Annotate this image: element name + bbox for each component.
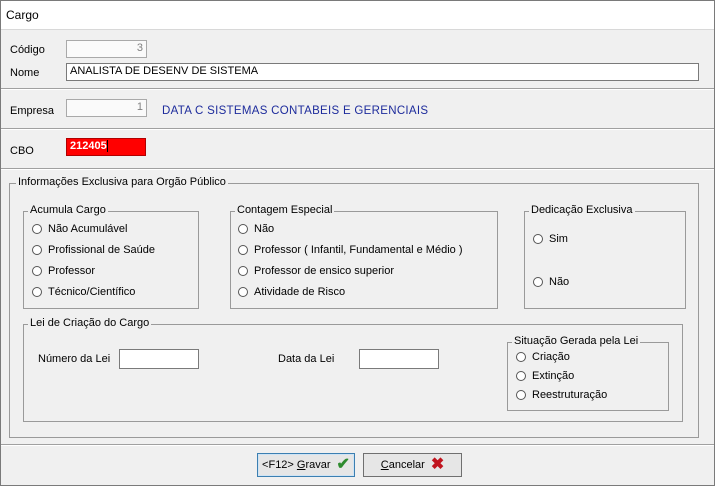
cancelar-label: Cancelar xyxy=(380,459,425,471)
cargo-dialog: Cargo Código 3 Nome ANALISTA DE DESENV D… xyxy=(0,0,715,486)
radio-reestruturacao[interactable]: Reestruturação xyxy=(516,389,607,401)
dedicacao-exclusiva-title: Dedicação Exclusiva xyxy=(529,204,635,216)
radio-nao-acumulavel[interactable]: Não Acumulável xyxy=(32,223,128,235)
separator xyxy=(1,444,714,446)
radio-circle xyxy=(32,224,42,235)
nome-field[interactable]: ANALISTA DE DESENV DE SISTEMA xyxy=(66,63,699,81)
gravar-button[interactable]: <F12> Gravar ✔ xyxy=(257,453,355,477)
radio-profissional-saude[interactable]: Profissional de Saúde xyxy=(32,244,155,256)
radio-circle xyxy=(238,245,248,256)
numero-lei-label: Número da Lei xyxy=(38,353,111,365)
radio-circle xyxy=(32,287,42,298)
radio-dedicacao-nao[interactable]: Não xyxy=(533,276,569,288)
text-caret xyxy=(106,140,108,153)
separator xyxy=(1,168,714,170)
radio-circle xyxy=(238,287,248,298)
separator xyxy=(1,128,714,130)
acumula-cargo-title: Acumula Cargo xyxy=(28,204,108,216)
radio-circle xyxy=(238,266,248,277)
separator xyxy=(1,88,714,90)
codigo-label: Código xyxy=(10,44,45,56)
cbo-field[interactable]: 212405 xyxy=(66,138,146,156)
radio-professor[interactable]: Professor xyxy=(32,265,95,277)
radio-criacao[interactable]: Criação xyxy=(516,351,570,363)
dedicacao-exclusiva-group: Dedicação Exclusiva xyxy=(524,204,686,309)
cbo-value: 212405 xyxy=(70,140,107,152)
cbo-label: CBO xyxy=(10,145,34,157)
x-icon: ✖ xyxy=(430,456,445,473)
orgao-publico-group-title: Informações Exclusiva para Orgão Público xyxy=(16,176,228,188)
radio-extincao[interactable]: Extinção xyxy=(516,370,574,382)
empresa-field[interactable]: 1 xyxy=(66,99,147,117)
checkmark-icon: ✔ xyxy=(336,456,350,473)
numero-lei-field[interactable] xyxy=(119,349,199,369)
radio-circle xyxy=(238,224,248,235)
radio-circle xyxy=(32,245,42,256)
radio-circle xyxy=(533,234,543,245)
gravar-label: <F12> Gravar xyxy=(262,459,331,471)
empresa-name: DATA C SISTEMAS CONTABEIS E GERENCIAIS xyxy=(162,105,429,117)
radio-circle xyxy=(516,371,526,382)
radio-tecnico-cientifico[interactable]: Técnico/Científico xyxy=(32,286,135,298)
radio-dedicacao-sim[interactable]: Sim xyxy=(533,233,568,245)
lei-criacao-title: Lei de Criação do Cargo xyxy=(28,317,152,329)
radio-circle xyxy=(32,266,42,277)
radio-circle xyxy=(533,277,543,288)
radio-professor-superior[interactable]: Professor de ensico superior xyxy=(238,265,394,277)
title-bar: Cargo xyxy=(1,1,714,30)
codigo-field[interactable]: 3 xyxy=(66,40,147,58)
data-lei-label: Data da Lei xyxy=(278,353,335,365)
radio-contagem-nao[interactable]: Não xyxy=(238,223,274,235)
radio-atividade-risco[interactable]: Atividade de Risco xyxy=(238,286,345,298)
situacao-lei-title: Situação Gerada pela Lei xyxy=(512,335,641,347)
contagem-especial-title: Contagem Especial xyxy=(235,204,335,216)
radio-circle xyxy=(516,390,526,401)
radio-circle xyxy=(516,352,526,363)
data-lei-field[interactable] xyxy=(359,349,439,369)
window-title: Cargo xyxy=(6,8,39,22)
radio-professor-infantil[interactable]: Professor ( Infantil, Fundamental e Médi… xyxy=(238,244,462,256)
nome-label: Nome xyxy=(10,67,40,79)
empresa-label: Empresa xyxy=(10,105,55,117)
cancelar-button[interactable]: Cancelar ✖ xyxy=(363,453,462,477)
